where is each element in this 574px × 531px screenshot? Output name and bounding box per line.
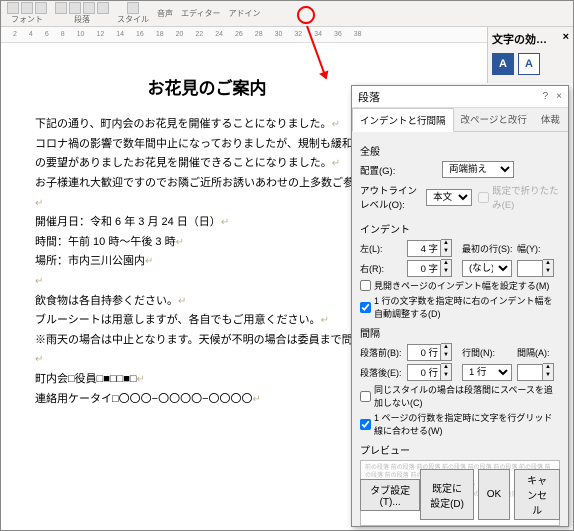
tab-asian-typography[interactable]: 体裁: [534, 108, 567, 131]
lineamt-label: 間隔(A):: [517, 346, 557, 359]
clear-format-icon[interactable]: [35, 2, 47, 14]
body-line: ※雨天の場合は中止となります。天候が不明の場合は委員まで問い合: [35, 334, 375, 346]
collapse-label: 既定で折りたたみ(E): [492, 183, 560, 211]
section-indent: インデント: [360, 221, 560, 236]
numbering-icon[interactable]: [69, 2, 81, 14]
auto-indent-label: 1 行の文字数を指定時に右のインデント幅を自動調整する(D): [374, 294, 560, 320]
ok-button[interactable]: OK: [478, 469, 510, 520]
dialog-tabs: インデントと行間隔 改ページと改行 体裁: [352, 108, 568, 132]
tab-indent-spacing[interactable]: インデントと行間隔: [352, 108, 454, 132]
body-line: の要望がありましたお花見を開催できることになりました。: [35, 157, 332, 169]
space-after-input[interactable]: [407, 364, 441, 381]
indent-icon[interactable]: [83, 2, 95, 14]
outline-select[interactable]: 本文: [426, 189, 472, 206]
snap-grid-label: 1 ページの行数を指定時に文字を行グリッド線に合わせる(W): [374, 411, 560, 437]
outline-label: アウトライン レベル(O):: [360, 183, 422, 211]
group-editor: エディター: [181, 8, 220, 19]
group-styles: スタイル: [117, 14, 149, 25]
snap-grid-checkbox[interactable]: [360, 419, 371, 430]
group-font: フォント: [11, 14, 43, 25]
sort-icon[interactable]: [97, 2, 109, 14]
close-icon[interactable]: ×: [563, 31, 569, 47]
body-line: 下記の通り、町内会のお花見を開催することになりました。: [35, 118, 332, 130]
space-before-input[interactable]: [407, 344, 441, 361]
help-icon[interactable]: ?: [543, 91, 549, 102]
group-paragraph: 段落: [74, 14, 90, 25]
set-default-button[interactable]: 既定に設定(D): [420, 469, 473, 520]
body-line: 時間：午前 10 時〜午後 3 時: [35, 236, 176, 248]
close-icon[interactable]: ×: [556, 91, 562, 102]
right-indent-label: 右(R):: [360, 262, 404, 275]
lineheight-label: 行間(N):: [462, 346, 514, 359]
body-line: ブルーシートは用意しますが、各自でもご用意ください。: [35, 314, 321, 326]
right-indent-input[interactable]: [407, 260, 441, 277]
font-color-icon[interactable]: [7, 2, 19, 14]
mirror-indent-checkbox[interactable]: [360, 280, 371, 291]
text-effects-pane: 文字の効… × A A: [487, 27, 573, 83]
bullets-icon[interactable]: [55, 2, 67, 14]
alignment-select[interactable]: 両端揃え: [442, 161, 514, 178]
width-input[interactable]: [517, 260, 543, 277]
spin-up-icon[interactable]: ▲: [441, 364, 451, 372]
body-line: 開催月日：令和 6 年 3 月 24 日（日）: [35, 216, 221, 228]
alignment-label: 配置(G):: [360, 163, 438, 177]
lineheight-select[interactable]: 1 行: [462, 364, 512, 381]
space-after-label: 段落後(E):: [360, 366, 404, 379]
spin-up-icon[interactable]: ▲: [441, 240, 451, 248]
left-indent-input[interactable]: [407, 240, 441, 257]
firstline-label: 最初の行(S):: [462, 242, 514, 255]
body-line: コロナ禍の影響で数年間中止になっておりましたが、規制も緩和され: [35, 138, 375, 150]
section-spacing: 間隔: [360, 325, 560, 340]
dialog-title: 段落: [358, 89, 380, 105]
spin-up-icon[interactable]: ▲: [441, 344, 451, 352]
spin-up-icon[interactable]: ▲: [543, 260, 553, 268]
spin-down-icon[interactable]: ▼: [543, 268, 553, 276]
spin-down-icon[interactable]: ▼: [441, 352, 451, 360]
tab-line-page-breaks[interactable]: 改ページと改行: [454, 108, 534, 131]
body-line: 町内会□役員□■□□■□: [35, 373, 137, 385]
left-indent-label: 左(L):: [360, 242, 404, 255]
text-outline-icon[interactable]: A: [518, 53, 540, 75]
space-before-label: 段落前(B):: [360, 346, 404, 359]
spin-up-icon[interactable]: ▲: [543, 364, 553, 372]
body-line: 連絡用ケータイ□〇〇〇−〇〇〇〇−〇〇〇〇: [35, 393, 253, 405]
paragraph-dialog: 段落 ? × インデントと行間隔 改ページと改行 体裁 全般 配置(G): 両端揃…: [351, 85, 569, 527]
spin-up-icon[interactable]: ▲: [441, 260, 451, 268]
document-page: お花見のご案内 下記の通り、町内会のお花見を開催することになりました。↵ コロナ…: [7, 45, 407, 420]
spin-down-icon[interactable]: ▼: [441, 372, 451, 380]
tab-settings-button[interactable]: タブ設定(T)...: [360, 479, 420, 511]
ribbon: フォント 段落 スタイル 音声 エディター アドイン: [1, 1, 573, 27]
section-preview: プレビュー: [360, 442, 560, 457]
group-addin: アドイン: [228, 8, 260, 19]
spin-down-icon[interactable]: ▼: [543, 372, 553, 380]
body-line: 飲食物は各自持参ください。: [35, 295, 178, 307]
cancel-button[interactable]: キャンセル: [514, 469, 560, 520]
highlight-icon[interactable]: [21, 2, 33, 14]
pane-title: 文字の効…: [492, 31, 547, 47]
firstline-select[interactable]: (なし): [462, 260, 512, 277]
body-line: お子様連れ大歓迎ですのでお隣ご近所お誘いあわせの上多数ご参加く: [35, 177, 376, 189]
styles-icon[interactable]: [127, 2, 139, 14]
mirror-indent-label: 見開きページのインデント幅を設定する(M): [374, 279, 549, 292]
body-line: 場所：市内三川公園内: [35, 255, 145, 267]
spin-down-icon[interactable]: ▼: [441, 268, 451, 276]
collapse-checkbox: [478, 192, 489, 203]
auto-indent-checkbox[interactable]: [360, 302, 371, 313]
group-voice: 音声: [157, 8, 173, 19]
no-space-same-style-checkbox[interactable]: [360, 391, 371, 402]
lineamt-input[interactable]: [517, 364, 543, 381]
section-general: 全般: [360, 143, 560, 158]
page-title: お花見のご案内: [35, 75, 379, 102]
spin-down-icon[interactable]: ▼: [441, 248, 451, 256]
text-fill-icon[interactable]: A: [492, 53, 514, 75]
width-label: 幅(Y):: [517, 242, 557, 255]
no-space-same-style-label: 同じスタイルの場合は段落間にスペースを追加しない(C): [374, 383, 560, 409]
